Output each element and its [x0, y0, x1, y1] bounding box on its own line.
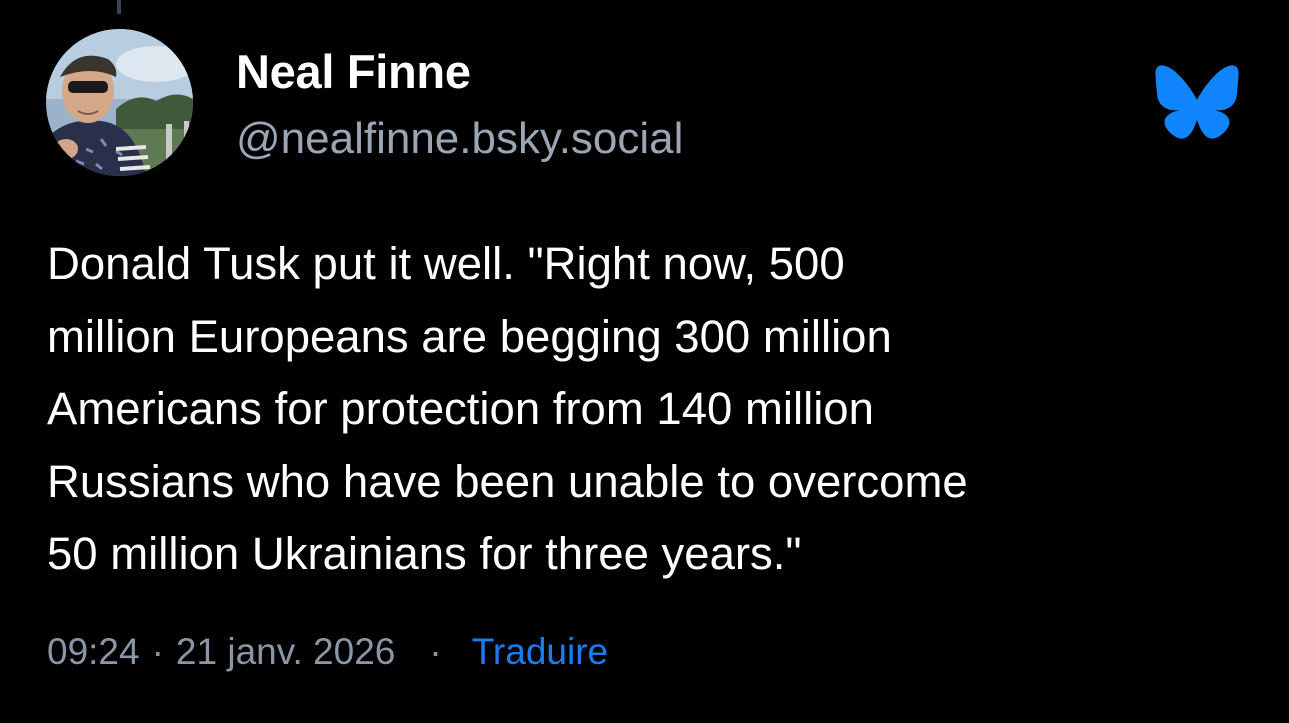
post-text-line: Donald Tusk put it well. "Right now, 500 — [47, 238, 845, 289]
post-text-line: Russians who have been unable to overcom… — [47, 455, 968, 507]
butterfly-icon — [1155, 65, 1239, 139]
avatar[interactable] — [46, 29, 193, 176]
author-display-name[interactable]: Neal Finne — [236, 44, 471, 100]
post-date: 21 janv. 2026 — [175, 631, 396, 672]
translate-link[interactable]: Traduire — [472, 631, 608, 672]
meta-separator: · — [151, 631, 164, 672]
post-text-line: 50 million Ukrainians for three years." — [47, 528, 802, 579]
meta-separator: · — [429, 631, 442, 672]
post-text-line: Americans for protection from 140 millio… — [47, 383, 874, 434]
author-handle[interactable]: @nealfinne.bsky.social — [236, 113, 683, 166]
bluesky-butterfly-icon[interactable] — [1154, 64, 1240, 140]
post-meta: 09:24 · 21 janv. 2026 · Traduire — [47, 630, 608, 674]
post-text-line: million Europeans are begging 300 millio… — [47, 310, 892, 362]
post-card: Neal Finne @nealfinne.bsky.social Donald… — [0, 0, 1289, 723]
post-time: 09:24 — [47, 631, 140, 672]
profile-photo-icon — [46, 29, 193, 176]
post-text: Donald Tusk put it well. "Right now, 500… — [47, 228, 1257, 591]
